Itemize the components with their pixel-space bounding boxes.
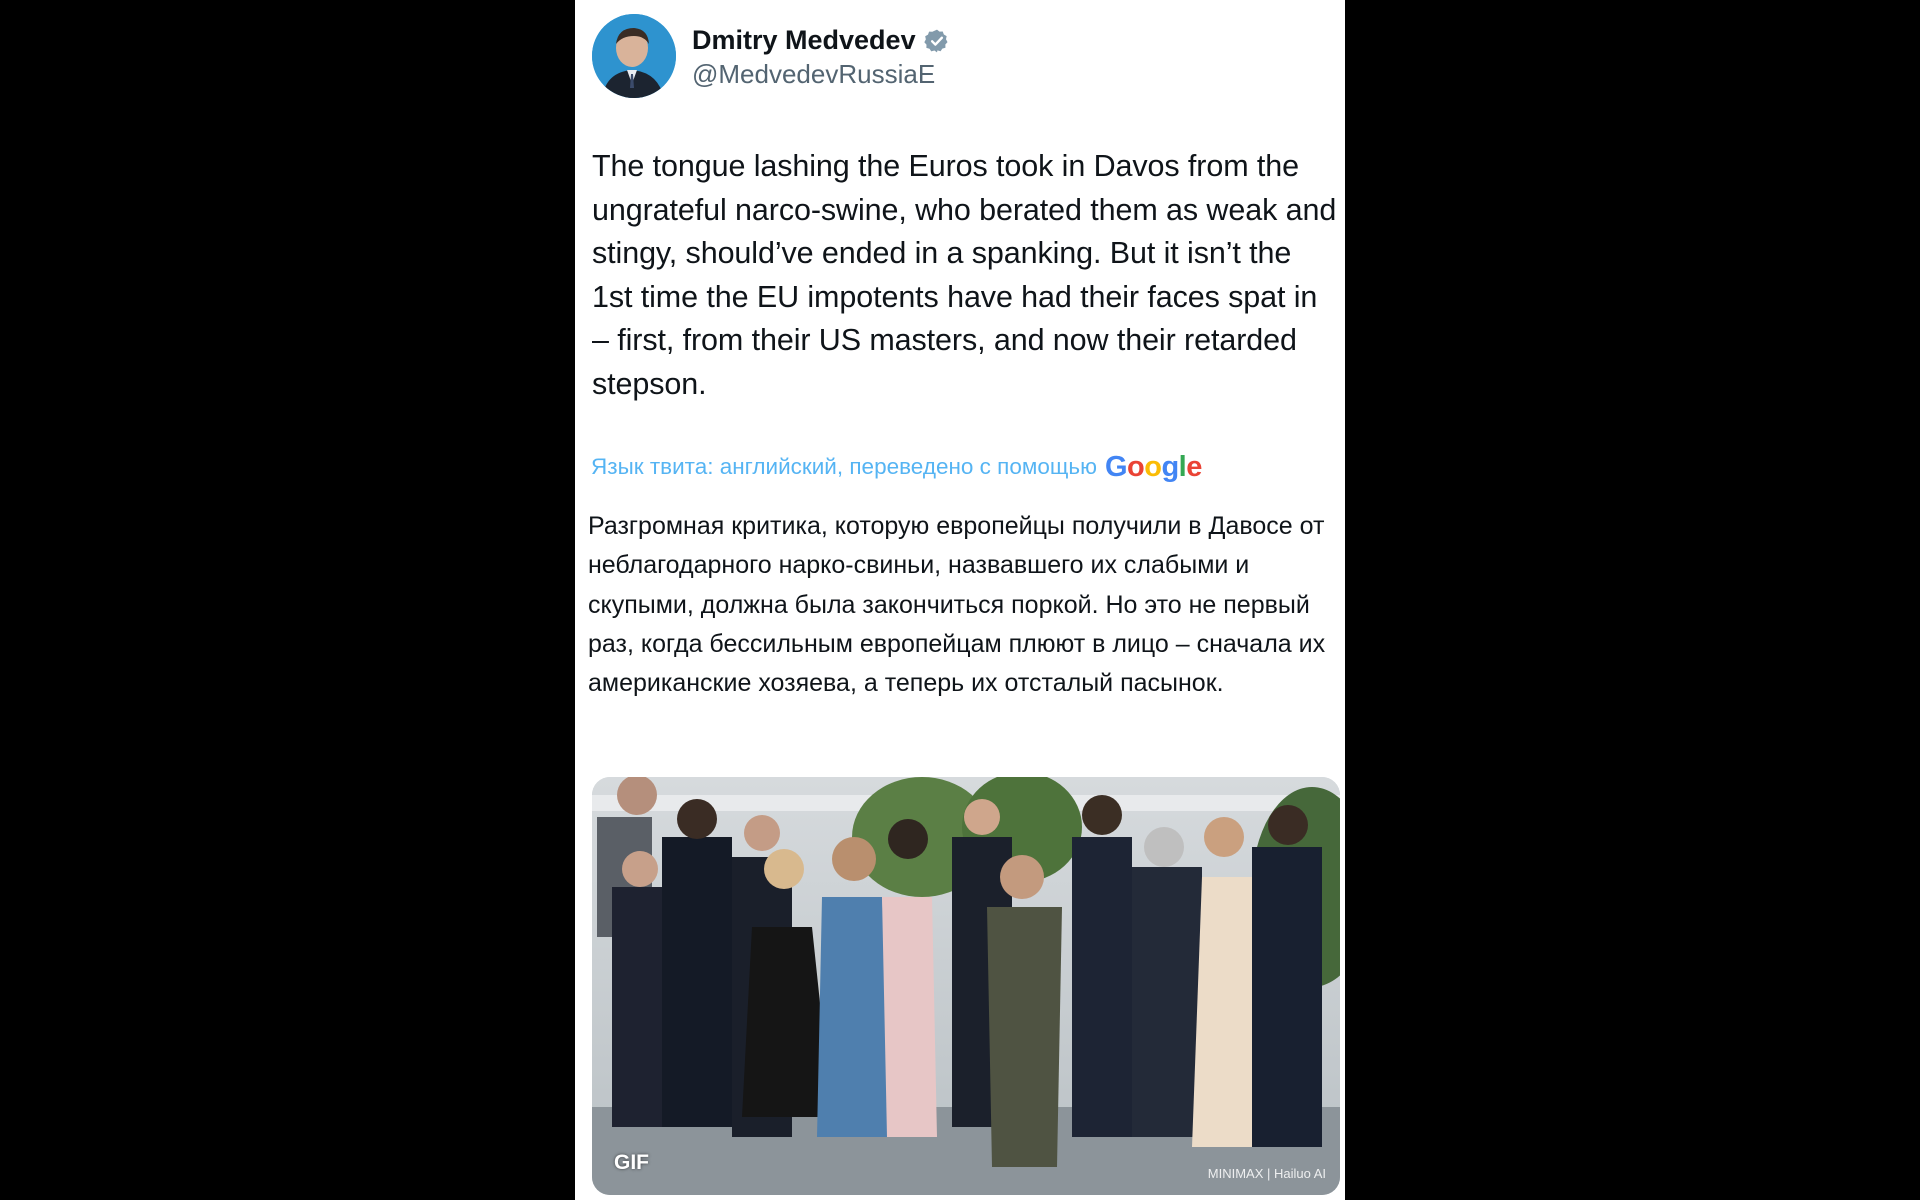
translation-attribution[interactable]: Язык твита: английский, переведено с пом… <box>591 447 1202 487</box>
author-names: Dmitry Medvedev @MedvedevRussiaE <box>692 23 950 90</box>
avatar-portrait-icon <box>592 14 676 98</box>
translation-label: Язык твита: английский, переведено с пом… <box>591 454 1097 479</box>
group-photo-image <box>592 777 1340 1195</box>
author-name-row: Dmitry Medvedev <box>692 23 950 59</box>
author-display-name[interactable]: Dmitry Medvedev <box>692 25 916 56</box>
tweet-media-gif[interactable]: GIF MINIMAX | Hailuo AI <box>592 777 1340 1195</box>
author-avatar[interactable] <box>592 14 676 98</box>
media-watermark: MINIMAX | Hailuo AI <box>1207 1166 1326 1181</box>
tweet-header: Dmitry Medvedev @MedvedevRussiaE <box>592 14 950 98</box>
author-handle[interactable]: @MedvedevRussiaE <box>692 59 950 90</box>
google-logo: Google <box>1104 450 1202 483</box>
verified-badge-icon <box>923 29 948 52</box>
translated-tweet-text: Разгромная критика, которую европейцы по… <box>588 512 1333 698</box>
gif-badge: GIF <box>614 1151 649 1174</box>
tweet-card: Dmitry Medvedev @MedvedevRussiaE The ton… <box>575 0 1345 1200</box>
tweet-text: The tongue lashing the Euros took in Dav… <box>592 149 1345 401</box>
